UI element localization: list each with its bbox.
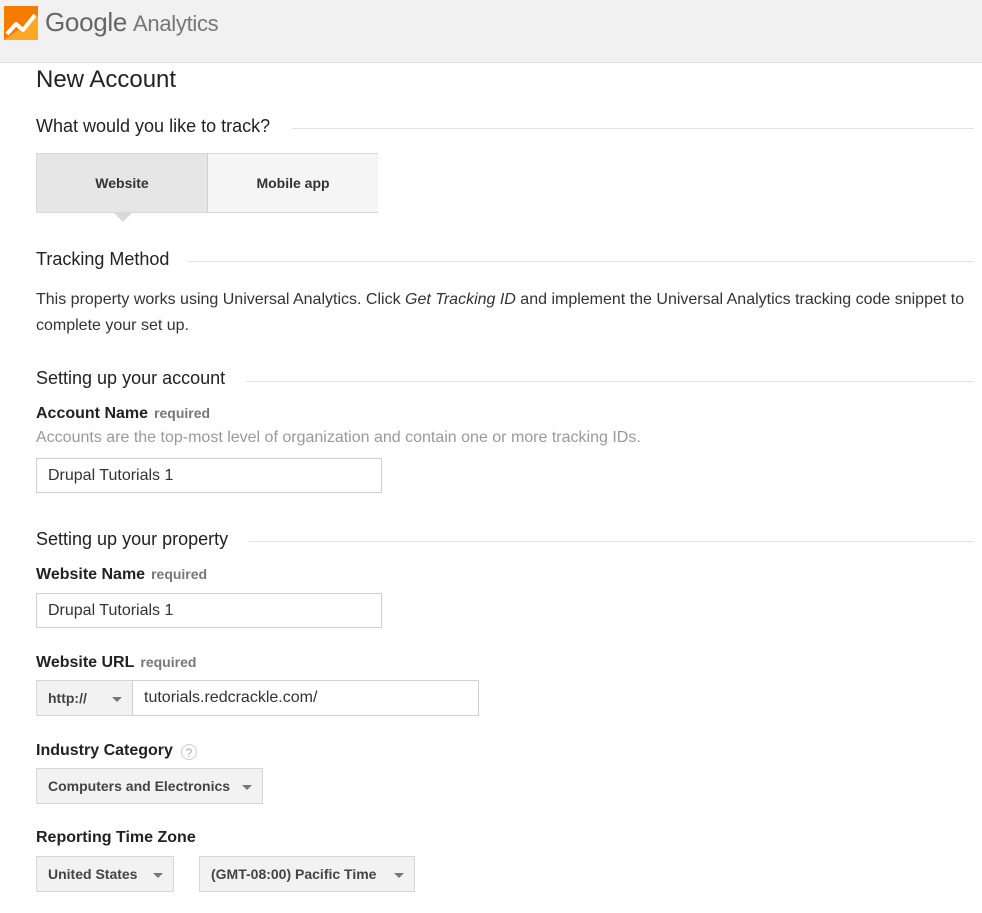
website-option-button[interactable]: Website: [37, 154, 208, 212]
time-zone-label: Reporting Time Zone: [36, 829, 196, 846]
account-name-input[interactable]: Drupal Tutorials 1: [36, 458, 382, 493]
account-name-label: Account Name required: [36, 405, 210, 423]
industry-category-value: Computers and Electronics: [48, 778, 231, 794]
mobile-app-option-button[interactable]: Mobile app: [208, 154, 378, 212]
property-heading: Setting up your property: [36, 529, 229, 549]
track-type-toggle: Website Mobile app: [36, 153, 378, 213]
google-analytics-logo-icon: [4, 6, 38, 40]
country-value: United States: [48, 866, 138, 882]
chevron-down-icon: [112, 697, 122, 702]
time-zone-select[interactable]: (GMT-08:00) Pacific Time: [199, 856, 415, 892]
brand-product: Analytics: [133, 11, 219, 36]
protocol-value: http://: [48, 690, 87, 706]
top-bar: Google Analytics: [0, 0, 982, 63]
protocol-select[interactable]: http://: [36, 680, 133, 716]
time-zone-value: (GMT-08:00) Pacific Time: [211, 866, 377, 882]
industry-category-label: Industry Category: [36, 742, 173, 759]
country-select[interactable]: United States: [36, 856, 174, 892]
description-text: This property works using Universal Anal…: [36, 291, 406, 308]
chevron-down-icon: [153, 873, 163, 878]
divider: [246, 381, 974, 382]
track-heading: What would you like to track?: [36, 116, 271, 136]
required-tag: required: [140, 654, 197, 670]
page-title: New Account: [36, 66, 177, 93]
industry-category-select[interactable]: Computers and Electronics: [36, 768, 263, 804]
divider: [249, 541, 974, 542]
account-heading: Setting up your account: [36, 368, 226, 388]
tracking-method-heading: Tracking Method: [36, 249, 170, 269]
help-icon[interactable]: ?: [181, 744, 197, 760]
divider: [188, 261, 974, 262]
brand-name[interactable]: Google Analytics: [45, 7, 219, 38]
website-name-label-text: Website Name: [36, 566, 146, 583]
website-url-input[interactable]: tutorials.redcrackle.com/: [132, 680, 479, 716]
chevron-down-icon: [394, 873, 404, 878]
divider: [292, 128, 974, 129]
account-name-label-text: Account Name: [36, 405, 149, 422]
account-name-hint: Accounts are the top-most level of organ…: [36, 429, 641, 446]
chevron-down-icon: [242, 785, 252, 790]
selected-indicator-arrow: [114, 213, 132, 222]
required-tag: required: [151, 566, 208, 582]
website-url-label: Website URL required: [36, 654, 196, 672]
tracking-method-description: This property works using Universal Anal…: [36, 287, 976, 339]
website-url-label-text: Website URL: [36, 654, 135, 671]
website-name-label: Website Name required: [36, 566, 207, 584]
get-tracking-id-emphasis: Get Tracking ID: [405, 291, 516, 308]
website-name-input[interactable]: Drupal Tutorials 1: [36, 593, 382, 628]
brand-google: Google: [45, 7, 128, 37]
required-tag: required: [154, 405, 211, 421]
